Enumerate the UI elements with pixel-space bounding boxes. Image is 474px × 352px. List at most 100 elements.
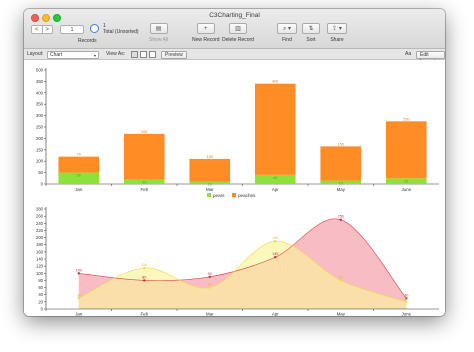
y-tick-label: 0 — [41, 182, 44, 187]
data-point-red — [339, 218, 342, 221]
data-label-red: 30 — [404, 293, 408, 297]
bar-peaches — [254, 83, 296, 175]
x-tick-label: May — [337, 187, 346, 192]
y-tick-label: 100 — [36, 159, 44, 164]
y-tick-label: 150 — [36, 147, 44, 152]
data-label-yellow: 80 — [339, 275, 343, 279]
data-label-yellow: 20 — [404, 297, 408, 301]
find-label: Find — [282, 37, 292, 43]
legend-label-pears[interactable]: pears — [213, 193, 225, 198]
window-title: C3Charting_Final — [209, 12, 260, 19]
new-record-button[interactable]: + New Record — [192, 23, 220, 43]
y-tick-label: 500 — [36, 68, 44, 73]
delete-record-button[interactable]: ▥ Delete Record — [222, 23, 254, 43]
list-view-icon[interactable] — [140, 51, 147, 58]
bar-peaches — [189, 158, 231, 182]
data-label-peaches: 150 — [338, 142, 344, 146]
next-record-button[interactable]: > — [43, 26, 53, 33]
y-tick-label: 200 — [36, 235, 44, 240]
y-tick-label: 350 — [36, 102, 44, 107]
y-tick-label: 120 — [36, 264, 44, 269]
data-label-red: 100 — [76, 268, 82, 272]
share-button[interactable]: ⇪ ▾ Share — [327, 23, 347, 43]
data-label-peaches: 250 — [403, 117, 409, 121]
share-icon: ⇪ ▾ — [327, 23, 347, 34]
y-tick-label: 400 — [36, 90, 44, 95]
records-progress-icon — [90, 24, 99, 33]
y-tick-label: 220 — [36, 228, 44, 233]
y-tick-label: 240 — [36, 221, 44, 226]
data-label-yellow: 30 — [77, 293, 81, 297]
sort-button[interactable]: ⇅ Sort — [302, 23, 320, 43]
legend-swatch-pears — [207, 193, 211, 197]
data-label-yellow: 115 — [141, 263, 147, 267]
data-point-red — [208, 275, 211, 279]
layout-content: 0 50 100 150 200 250 300 350 400 450 500 Jan Feb Mar… — [24, 60, 445, 316]
data-point-yellow — [77, 297, 80, 300]
find-button[interactable]: ⌕ ▾ Find — [277, 23, 297, 43]
y-tick-label: 80 — [38, 278, 43, 283]
area-chart-y-axis: 0 20 40 60 80 100 120 140 160 180 200 220 240 260 280 — [36, 207, 47, 312]
bar-chart-legend: pears peaches — [207, 193, 256, 198]
y-tick-label: 40 — [38, 292, 43, 297]
x-tick-label: Mar — [206, 187, 214, 192]
layout-select[interactable]: Chart ▾ — [47, 50, 99, 59]
sort-label: Sort — [306, 37, 316, 43]
y-tick-label: 0 — [41, 307, 44, 312]
data-point-yellow — [274, 239, 277, 243]
x-tick-label: Mar — [206, 312, 214, 317]
legend-swatch-peaches — [232, 193, 236, 197]
data-label-red: 80 — [142, 275, 146, 279]
data-label-pears: 15 — [339, 182, 343, 186]
data-point-yellow — [208, 286, 211, 289]
x-tick-label: Apr — [272, 187, 279, 192]
y-tick-label: 450 — [36, 79, 44, 84]
bar-peaches — [320, 146, 362, 181]
x-tick-label: Feb — [140, 187, 148, 192]
bar-chart-y-axis: 0 50 100 150 200 250 300 350 400 450 500 — [36, 68, 47, 187]
data-point-yellow — [143, 266, 146, 270]
y-tick-label: 200 — [36, 136, 44, 141]
records-status: Total (Unsorted) — [103, 29, 139, 35]
record-number-field[interactable]: 1 — [60, 25, 84, 34]
data-point-red — [77, 272, 80, 275]
trash-icon: ▥ — [228, 23, 247, 34]
edit-layout-button[interactable]: Edit Layout — [416, 50, 445, 65]
layout-label: Layout: — [27, 51, 44, 57]
x-tick-label: June — [401, 187, 411, 192]
area-chart-x-axis: Jan Feb Mar Apr May June — [45, 308, 439, 317]
x-tick-label: May — [337, 312, 346, 317]
bar-chart-bars — [58, 83, 427, 184]
stacked-bar-chart: 0 50 100 150 200 250 300 350 400 450 500 Jan Feb Mar… — [36, 68, 439, 198]
data-label-red: 250 — [338, 215, 344, 219]
data-label-pears: 40 — [273, 176, 277, 180]
formatting-bar-button[interactable]: Aa — [405, 51, 411, 57]
data-point-red — [274, 256, 277, 259]
record-navigation: < > — [31, 25, 53, 34]
magnifier-icon: ⌕ ▾ — [277, 23, 297, 34]
form-view-icon[interactable] — [131, 51, 138, 58]
x-tick-label: Jan — [75, 312, 83, 317]
delete-record-label: Delete Record — [222, 37, 254, 43]
records-label: Records — [78, 38, 97, 44]
data-label-peaches: 70 — [77, 153, 81, 157]
show-all-label: Show All — [149, 37, 169, 43]
sort-icon: ⇅ — [302, 23, 320, 34]
data-label-peaches: 100 — [207, 155, 213, 159]
x-tick-label: Jan — [75, 187, 83, 192]
legend-label-peaches[interactable]: peaches — [238, 193, 256, 198]
data-label-red: 145 — [272, 252, 278, 256]
y-tick-label: 260 — [36, 214, 44, 219]
previous-record-button[interactable]: < — [32, 26, 43, 33]
x-tick-label: June — [401, 312, 411, 317]
title-bar: C3Charting_Final < > 1 Records 1 Total (… — [24, 9, 445, 49]
data-label-red: 90 — [208, 272, 212, 276]
data-label-peaches: 200 — [141, 130, 147, 134]
preview-button[interactable]: Preview — [161, 50, 187, 59]
area-chart-areas — [78, 218, 407, 309]
layout-select-value: Chart — [50, 51, 63, 58]
data-label-pears: 50 — [77, 174, 81, 178]
show-all-button[interactable]: ▤ Show All — [149, 23, 168, 43]
data-point-yellow — [405, 300, 408, 304]
table-view-icon[interactable] — [149, 51, 156, 58]
